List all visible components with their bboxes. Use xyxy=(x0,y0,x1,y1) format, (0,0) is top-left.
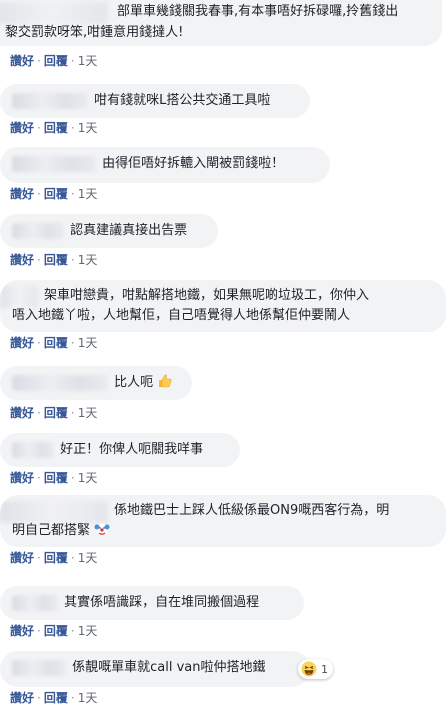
redacted-username xyxy=(12,594,58,611)
comment-actions: 讚好 · 回覆 · 1天 xyxy=(10,336,98,350)
reaction-badge[interactable]: 1 xyxy=(298,659,333,679)
comment-bubble: 係地鐵巴士上踩人低級係最ON9嘅西客行為，明 明自己都搭緊 xyxy=(0,495,446,547)
clown-face-icon xyxy=(94,521,110,537)
like-button[interactable]: 讚好 xyxy=(10,624,34,638)
comment-actions: 讚好 · 回覆 · 1天 xyxy=(10,691,98,705)
like-button[interactable]: 讚好 xyxy=(10,471,34,485)
comment-bubble: 由得佢唔好拆轆入閘被罰錢啦！ xyxy=(0,147,330,183)
comment-actions: 讚好 · 回覆 · 1天 xyxy=(10,54,98,68)
reply-button[interactable]: 回覆 xyxy=(44,624,68,638)
timestamp[interactable]: 1天 xyxy=(78,471,98,485)
like-button[interactable]: 讚好 xyxy=(10,336,34,350)
like-button[interactable]: 讚好 xyxy=(10,54,34,68)
comment-text-line-2: 黎交罰款呀笨,咁鍾意用錢撻人! xyxy=(5,25,184,40)
like-button[interactable]: 讚好 xyxy=(10,121,34,135)
comment-bubble: 架車咁戀貴，咁點解搭地鐵，如果無呢啲垃圾工，你仲入 唔入地鐵丫啦，人地幫佢，自己… xyxy=(0,280,446,332)
redacted-username xyxy=(0,501,108,523)
comment-text: 咁有錢就咪L搭公共交通工具啦 xyxy=(94,93,271,108)
timestamp[interactable]: 1天 xyxy=(78,624,98,638)
timestamp[interactable]: 1天 xyxy=(78,121,98,135)
comment-bubble: 部單車幾錢關我春事,有本事唔好拆碌囉,拎舊錢出 黎交罰款呀笨,咁鍾意用錢撻人! xyxy=(0,0,442,46)
like-button[interactable]: 讚好 xyxy=(10,406,34,420)
like-button[interactable]: 讚好 xyxy=(10,691,34,705)
comment-actions: 讚好 · 回覆 · 1天 xyxy=(10,187,98,201)
comment-bubble: 咁有錢就咪L搭公共交通工具啦 xyxy=(0,84,310,118)
reply-button[interactable]: 回覆 xyxy=(44,551,68,565)
comment-bubble: 係靚嘅單車就call van啦仲搭地鐵 xyxy=(0,651,310,687)
comment-actions: 讚好 · 回覆 · 1天 xyxy=(10,551,98,565)
haha-reaction-icon xyxy=(301,661,317,677)
timestamp[interactable]: 1天 xyxy=(78,253,98,267)
comment-text: 由得佢唔好拆轆入閘被罰錢啦！ xyxy=(102,156,285,171)
comment-text-line-1: 部單車幾錢關我春事,有本事唔好拆碌囉,拎舊錢出 xyxy=(117,4,399,19)
comment-text-line-1: 架車咁戀貴，咁點解搭地鐵，如果無呢啲垃圾工，你仲入 xyxy=(44,288,370,303)
comment-actions: 讚好 · 回覆 · 1天 xyxy=(10,471,98,485)
redacted-username xyxy=(12,659,66,676)
comment-text: 好正！你俾人呃關我咩事 xyxy=(60,442,204,457)
comment-actions: 讚好 · 回覆 · 1天 xyxy=(10,624,98,638)
reply-button[interactable]: 回覆 xyxy=(44,121,68,135)
redacted-username xyxy=(12,155,96,172)
timestamp[interactable]: 1天 xyxy=(78,336,98,350)
reply-button[interactable]: 回覆 xyxy=(44,54,68,68)
comment-bubble: 比人呃 xyxy=(0,366,192,400)
comment-text-line-2: 明自己都搭緊 xyxy=(12,523,91,538)
reply-button[interactable]: 回覆 xyxy=(44,691,68,705)
reply-button[interactable]: 回覆 xyxy=(44,187,68,201)
timestamp[interactable]: 1天 xyxy=(78,406,98,420)
comment-actions: 讚好 · 回覆 · 1天 xyxy=(10,253,98,267)
comment-bubble: 認真建議真接出告票 xyxy=(0,214,218,248)
like-button[interactable]: 讚好 xyxy=(10,187,34,201)
comment-bubble: 其實係唔識踩，自在堆同搬個過程 xyxy=(0,586,304,620)
thumbs-up-icon xyxy=(157,373,173,389)
redacted-username xyxy=(12,222,64,239)
reply-button[interactable]: 回覆 xyxy=(44,336,68,350)
reaction-count: 1 xyxy=(321,662,328,676)
comment-text: 係靚嘅單車就call van啦仲搭地鐵 xyxy=(72,660,266,675)
comment-text: 其實係唔識踩，自在堆同搬個過程 xyxy=(64,595,260,610)
comment-text-line-1: 係地鐵巴士上踩人低級係最ON9嘅西客行為，明 xyxy=(114,503,390,518)
timestamp[interactable]: 1天 xyxy=(78,54,98,68)
comment-text: 認真建議真接出告票 xyxy=(70,223,188,238)
redacted-username xyxy=(0,286,38,308)
redacted-username xyxy=(12,374,108,391)
timestamp[interactable]: 1天 xyxy=(78,187,98,201)
comment-text: 比人呃 xyxy=(114,375,154,390)
timestamp[interactable]: 1天 xyxy=(78,691,98,705)
timestamp[interactable]: 1天 xyxy=(78,551,98,565)
redacted-username xyxy=(12,441,54,458)
like-button[interactable]: 讚好 xyxy=(10,551,34,565)
comment-text-line-2: 唔入地鐵丫啦，人地幫佢，自己唔覺得人地係幫佢仲要鬧人 xyxy=(12,308,351,323)
reply-button[interactable]: 回覆 xyxy=(44,253,68,267)
redacted-username xyxy=(12,92,88,109)
reply-button[interactable]: 回覆 xyxy=(44,471,68,485)
comment-actions: 讚好 · 回覆 · 1天 xyxy=(10,406,98,420)
comment-actions: 讚好 · 回覆 · 1天 xyxy=(10,121,98,135)
like-button[interactable]: 讚好 xyxy=(10,253,34,267)
comment-bubble: 好正！你俾人呃關我咩事 xyxy=(0,433,240,467)
reply-button[interactable]: 回覆 xyxy=(44,406,68,420)
